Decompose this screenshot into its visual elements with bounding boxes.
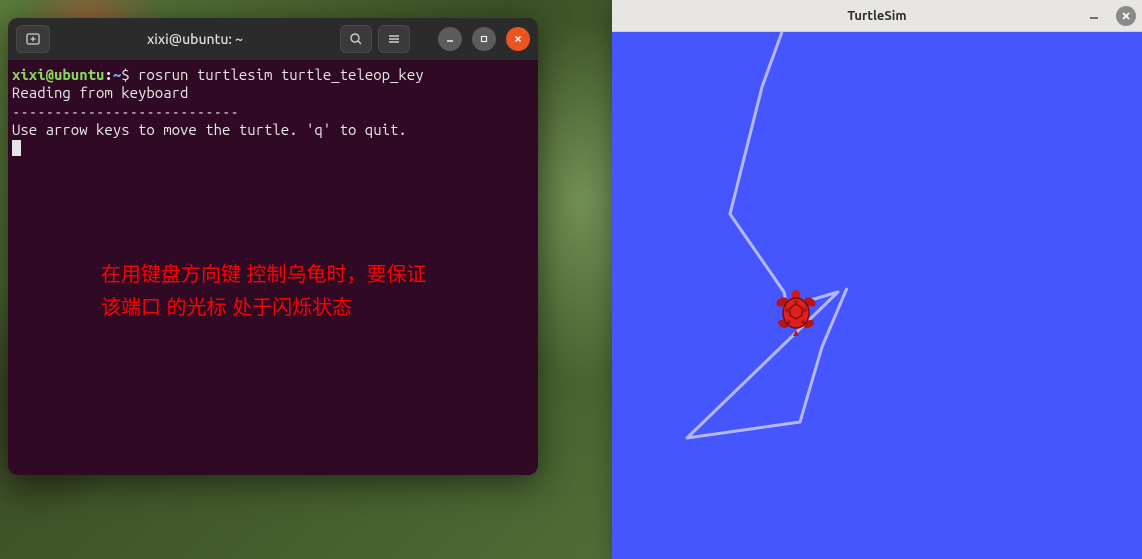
- turtle-path: [612, 32, 1142, 559]
- turtlesim-window: TurtleSim: [612, 0, 1142, 559]
- minimize-icon: [1088, 10, 1100, 22]
- ts-minimize-button[interactable]: [1084, 6, 1104, 26]
- turtlesim-title: TurtleSim: [847, 9, 906, 23]
- turtlesim-titlebar[interactable]: TurtleSim: [612, 0, 1142, 32]
- minimize-button[interactable]: [438, 27, 462, 51]
- new-tab-icon: [25, 31, 41, 47]
- terminal-title: xixi@ubuntu: ~: [56, 31, 334, 47]
- prompt-colon: :: [104, 66, 112, 83]
- close-icon: [513, 34, 523, 44]
- turtlesim-canvas: [612, 32, 1142, 559]
- turtlesim-window-controls: [1084, 6, 1136, 26]
- terminal-content[interactable]: xixi@ubuntu:~$ rosrun turtlesim turtle_t…: [8, 60, 538, 475]
- cursor: [12, 140, 21, 156]
- output-line: Reading from keyboard: [12, 84, 534, 102]
- menu-icon: [386, 31, 402, 47]
- output-line: Use arrow keys to move the turtle. 'q' t…: [12, 121, 534, 139]
- maximize-icon: [479, 34, 489, 44]
- turtle-sprite: [775, 290, 817, 336]
- ts-close-button[interactable]: [1116, 6, 1136, 26]
- search-icon: [348, 31, 364, 47]
- close-icon: [1120, 10, 1132, 22]
- prompt-symbol: $: [121, 66, 129, 83]
- search-button[interactable]: [340, 25, 372, 53]
- terminal-window: xixi@ubuntu: ~: [8, 18, 538, 475]
- menu-button[interactable]: [378, 25, 410, 53]
- command-text: rosrun turtlesim turtle_teleop_key: [138, 66, 424, 83]
- prompt-user: xixi@ubuntu: [12, 66, 104, 83]
- minimize-icon: [445, 34, 455, 44]
- new-tab-button[interactable]: [16, 25, 50, 53]
- close-button[interactable]: [506, 27, 530, 51]
- prompt-line: xixi@ubuntu:~$ rosrun turtlesim turtle_t…: [12, 66, 534, 84]
- output-line: ---------------------------: [12, 103, 534, 121]
- terminal-titlebar[interactable]: xixi@ubuntu: ~: [8, 18, 538, 60]
- maximize-button[interactable]: [472, 27, 496, 51]
- cursor-line: [12, 139, 534, 157]
- prompt-path: ~: [113, 66, 121, 83]
